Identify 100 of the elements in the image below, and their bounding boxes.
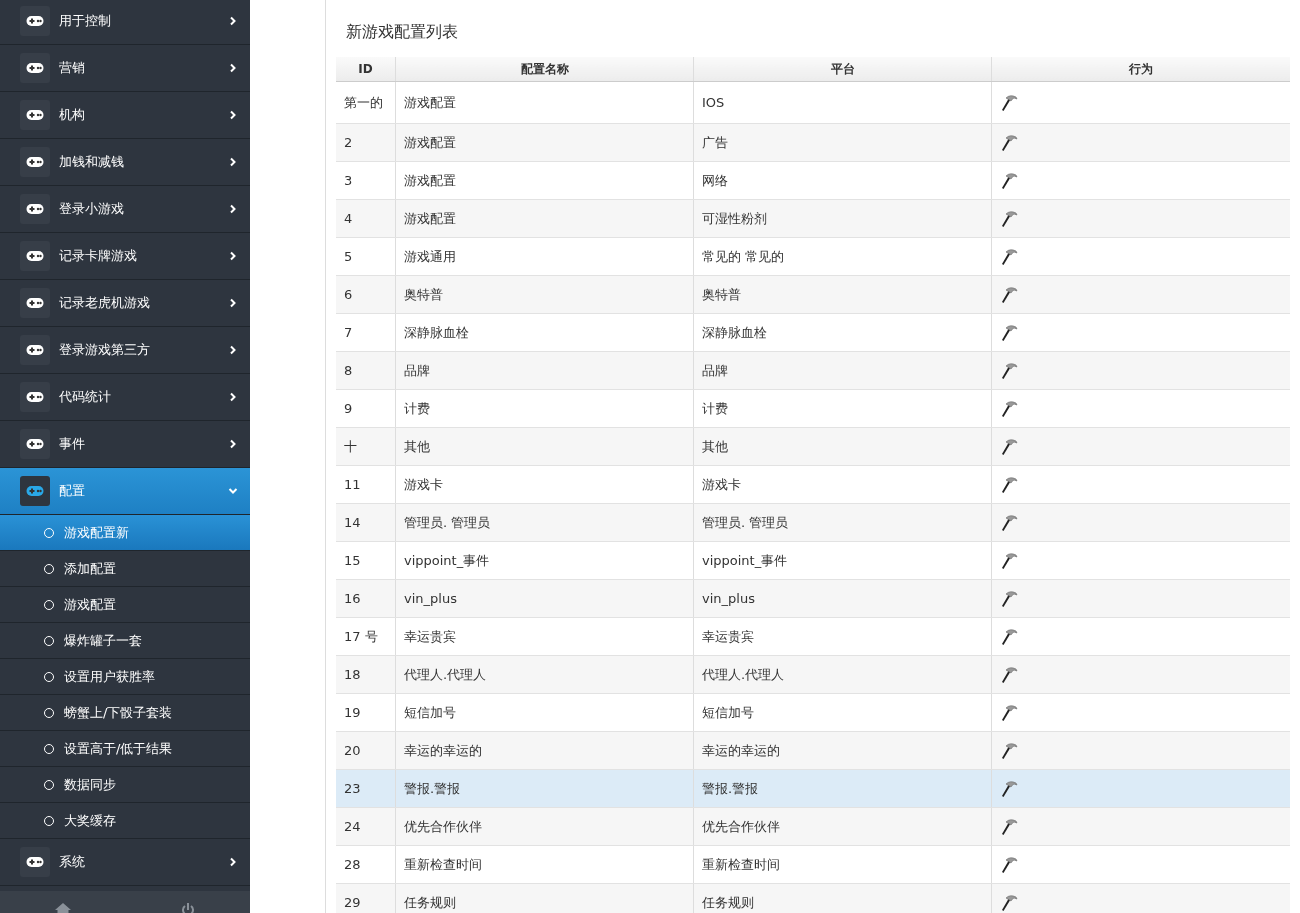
table-row[interactable]: 23 警报.警报 警报.警报 — [336, 769, 1290, 808]
table-row[interactable]: 9 计费 计费 — [336, 389, 1290, 428]
chevron-right-icon — [228, 63, 238, 73]
power-icon[interactable] — [181, 903, 195, 913]
table-cell: 11 — [344, 477, 361, 492]
home-icon[interactable] — [55, 903, 71, 913]
sidebar-item[interactable]: 记录老虎机游戏 — [0, 280, 250, 327]
table-row[interactable]: 18 代理人.代理人 代理人.代理人 — [336, 655, 1290, 694]
hammer-icon[interactable] — [1000, 133, 1018, 152]
sidebar-item[interactable]: 系统 — [0, 839, 250, 886]
table-row[interactable]: 14 管理员. 管理员 管理员. 管理员 — [336, 503, 1290, 542]
chevron-right-icon — [228, 157, 238, 167]
chevron-right-icon — [228, 392, 238, 402]
page-title: 新游戏配置列表 — [346, 22, 459, 43]
table-row[interactable]: 16 vin_plus vin_plus — [336, 579, 1290, 618]
table-cell: 深静脉血栓 — [404, 324, 469, 340]
table-cell: 任务规则 — [702, 894, 754, 910]
table-cell: vippoint_事件 — [404, 552, 490, 568]
submenu-item[interactable]: 游戏配置新 — [0, 515, 250, 551]
table-cell: 其他 — [702, 438, 728, 454]
table-row[interactable]: 17 号 幸运贵宾 幸运贵宾 — [336, 617, 1290, 656]
table-row[interactable]: 2 游戏配置 广告 — [336, 123, 1290, 162]
gamepad-icon — [20, 476, 50, 506]
table-row[interactable]: 第一的 游戏配置 IOS — [336, 81, 1290, 124]
hammer-icon[interactable] — [1000, 893, 1018, 912]
hammer-icon[interactable] — [1000, 779, 1018, 798]
chevron-right-icon — [228, 857, 238, 867]
table-cell: 4 — [344, 211, 353, 226]
hammer-icon[interactable] — [1000, 399, 1018, 418]
sidebar-item[interactable]: 配置 — [0, 468, 250, 515]
table-cell: 广告 — [702, 134, 728, 150]
table-row[interactable]: 11 游戏卡 游戏卡 — [336, 465, 1290, 504]
hammer-icon[interactable] — [1000, 513, 1018, 532]
table-cell: IOS — [702, 95, 725, 110]
sidebar-item[interactable]: 代码统计 — [0, 374, 250, 421]
table-cell: vin_plus — [702, 591, 755, 606]
table-row[interactable]: 8 品牌 品牌 — [336, 351, 1290, 390]
table-cell: 奥特普 — [702, 286, 741, 302]
chevron-right-icon — [228, 110, 238, 120]
table-cell: 17 号 — [344, 628, 378, 644]
table-cell: 代理人.代理人 — [404, 666, 487, 682]
table-cell: 3 — [344, 173, 353, 188]
hammer-icon[interactable] — [1000, 247, 1018, 266]
table-cell: 7 — [344, 325, 353, 340]
table-cell: 网络 — [702, 172, 728, 188]
hammer-icon[interactable] — [1000, 285, 1018, 304]
table-cell: 其他 — [404, 438, 430, 454]
hammer-icon[interactable] — [1000, 627, 1018, 646]
table-row[interactable]: 3 游戏配置 网络 — [336, 161, 1290, 200]
hammer-icon[interactable] — [1000, 855, 1018, 874]
hammer-icon[interactable] — [1000, 171, 1018, 190]
table-row[interactable]: 28 重新检查时间 重新检查时间 — [336, 845, 1290, 884]
table-row[interactable]: 15 vippoint_事件 vippoint_事件 — [336, 541, 1290, 580]
table-row[interactable]: 7 深静脉血栓 深静脉血栓 — [336, 313, 1290, 352]
table-row[interactable]: 24 优先合作伙伴 优先合作伙伴 — [336, 807, 1290, 846]
hammer-icon[interactable] — [1000, 703, 1018, 722]
hammer-icon[interactable] — [1000, 361, 1018, 380]
table-cell: 优先合作伙伴 — [702, 818, 780, 834]
table-row[interactable]: 5 游戏通用 常见的 常见的 — [336, 237, 1290, 276]
sidebar-item[interactable]: 营销 — [0, 45, 250, 92]
hammer-icon[interactable] — [1000, 93, 1018, 112]
table-row[interactable]: 6 奥特普 奥特普 — [336, 275, 1290, 314]
chevron-right-icon — [228, 251, 238, 261]
table-cell: 十 — [344, 438, 357, 454]
hammer-icon[interactable] — [1000, 475, 1018, 494]
table-cell: 9 — [344, 401, 353, 416]
table-cell: 游戏配置 — [404, 134, 456, 150]
hammer-icon[interactable] — [1000, 665, 1018, 684]
sidebar-item[interactable]: 登录小游戏 — [0, 186, 250, 233]
hammer-icon[interactable] — [1000, 817, 1018, 836]
gamepad-icon — [20, 6, 50, 36]
table-row[interactable]: 29 任务规则 任务规则 — [336, 883, 1290, 913]
gamepad-icon — [20, 382, 50, 412]
table-row[interactable]: 十 其他 其他 — [336, 427, 1290, 466]
table-row[interactable]: 19 短信加号 短信加号 — [336, 693, 1290, 732]
table-cell: 19 — [344, 705, 361, 720]
sidebar-item[interactable]: 加钱和减钱 — [0, 139, 250, 186]
hammer-icon[interactable] — [1000, 437, 1018, 456]
gamepad-icon — [20, 147, 50, 177]
table-row[interactable]: 4 游戏配置 可湿性粉剂 — [336, 199, 1290, 238]
table-cell: 幸运贵宾 — [702, 628, 754, 644]
hammer-icon[interactable] — [1000, 551, 1018, 570]
table-cell: 15 — [344, 553, 361, 568]
table-row[interactable]: 20 幸运的幸运的 幸运的幸运的 — [336, 731, 1290, 770]
chevron-right-icon — [228, 16, 238, 26]
table-cell: 游戏配置 — [404, 210, 456, 226]
sidebar-item[interactable]: 记录卡牌游戏 — [0, 233, 250, 280]
gamepad-icon — [20, 241, 50, 271]
table-cell: 游戏配置 — [404, 172, 456, 188]
table-cell: 管理员. 管理员 — [404, 514, 491, 530]
table-cell: 重新检查时间 — [404, 856, 482, 872]
sidebar-item[interactable]: 机构 — [0, 92, 250, 139]
hammer-icon[interactable] — [1000, 589, 1018, 608]
table-cell: 可湿性粉剂 — [702, 210, 767, 226]
sidebar-item[interactable]: 用于控制 — [0, 0, 250, 45]
table-cell: 警报.警报 — [702, 780, 759, 796]
hammer-icon[interactable] — [1000, 741, 1018, 760]
sidebar-item[interactable]: 登录游戏第三方 — [0, 327, 250, 374]
hammer-icon[interactable] — [1000, 323, 1018, 342]
hammer-icon[interactable] — [1000, 209, 1018, 228]
